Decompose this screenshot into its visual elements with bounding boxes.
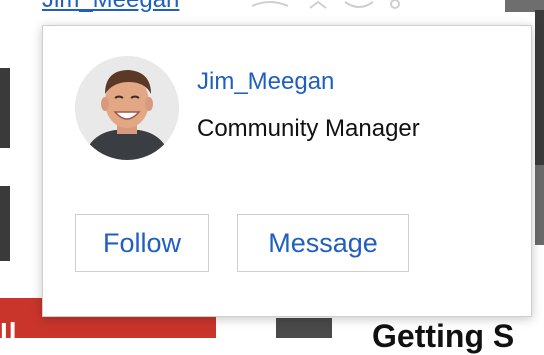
background-block <box>276 318 332 338</box>
message-button[interactable]: Message <box>237 214 409 272</box>
background-block <box>0 68 10 148</box>
background-heading: Getting S <box>372 318 515 354</box>
profile-role: Community Manager <box>197 115 420 142</box>
background-block <box>535 165 544 245</box>
background-banner-text: Il <box>0 317 18 348</box>
profile-hover-card: Jim_Meegan Community Manager Follow Mess… <box>42 25 532 317</box>
follow-button[interactable]: Follow <box>75 214 209 272</box>
background-action-icons <box>251 0 400 9</box>
background-author-link[interactable]: Jim_Meegan <box>42 0 179 14</box>
profile-username-link[interactable]: Jim_Meegan <box>197 68 334 96</box>
avatar[interactable] <box>75 56 179 160</box>
user-avatar-icon <box>75 56 179 160</box>
background-block <box>0 186 10 261</box>
